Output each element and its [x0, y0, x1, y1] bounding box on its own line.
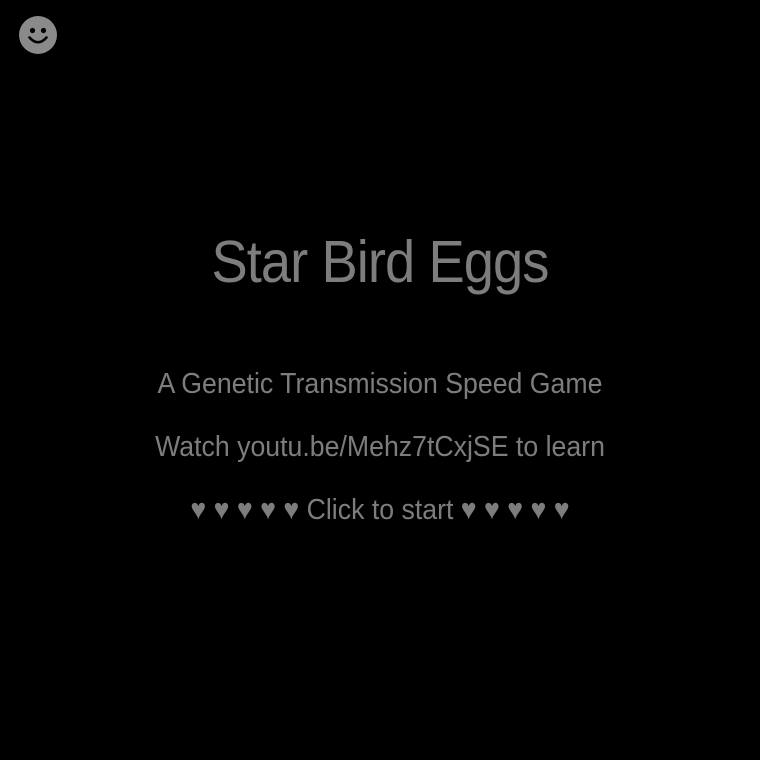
avatar-button[interactable] — [19, 16, 57, 54]
smiley-face-icon — [19, 16, 57, 54]
game-subtitle: A Genetic Transmission Speed Game — [157, 368, 603, 400]
game-title: Star Bird Eggs — [211, 229, 549, 295]
click-to-start-prompt[interactable]: ♥ ♥ ♥ ♥ ♥ Click to start ♥ ♥ ♥ ♥ ♥ — [30, 492, 729, 528]
learn-link-text: Watch youtu.be/Mehz7tCxjSE to learn — [155, 431, 605, 463]
title-screen[interactable]: Star Bird Eggs A Genetic Transmission Sp… — [0, 0, 760, 760]
